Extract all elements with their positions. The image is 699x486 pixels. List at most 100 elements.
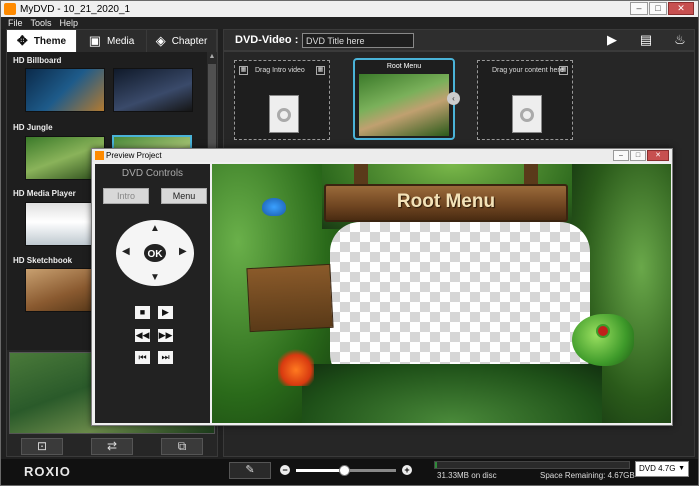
scroll-up-icon[interactable]: ▲ — [208, 53, 216, 61]
roxio-logo: ROXIO — [24, 464, 71, 479]
chevron-down-icon: ▼ — [678, 465, 685, 472]
zoom-slider[interactable] — [296, 465, 396, 476]
theme-group-label: HD Sketchbook — [13, 256, 73, 265]
root-menu-sign: Root Menu — [324, 184, 568, 222]
play-icon[interactable]: ▶ — [604, 32, 620, 48]
project-actions: ▶ ▤ ♨ — [604, 32, 688, 48]
maximize-button[interactable]: □ — [649, 2, 667, 15]
add-copy-icon: ⧉ — [177, 438, 187, 453]
zoom-in-icon[interactable]: + — [402, 465, 412, 475]
tab-chapter-label: Chapter — [171, 35, 208, 47]
fast-forward-icon[interactable]: ▶▶ — [158, 329, 173, 342]
menu-grid-icon: ▦ — [559, 66, 568, 75]
arrow-up-icon[interactable]: ▲ — [150, 223, 160, 234]
video-file-icon — [512, 95, 542, 133]
disk-type-value: DVD 4.7G — [639, 464, 676, 473]
zoom-out-icon[interactable]: − — [280, 465, 290, 475]
theme-group-label: HD Media Player — [13, 189, 76, 198]
ok-button[interactable]: OK — [142, 242, 168, 264]
disk-usage-bar — [434, 461, 630, 469]
preview-maximize-button[interactable]: □ — [630, 150, 646, 161]
disk-used-text: 31.33MB on disc — [437, 471, 497, 480]
add-copy-button[interactable]: ⧉ — [161, 437, 203, 455]
dvd-controls-title: DVD Controls — [121, 168, 184, 179]
dvd-controls-panel: DVD Controls Intro Menu ▲ ▼ ◀ ▶ OK ■ ▶ ◀… — [95, 164, 210, 423]
add-media-button[interactable]: ⊡ — [21, 437, 63, 455]
stop-icon[interactable]: ■ — [135, 306, 150, 319]
minimize-button[interactable]: – — [630, 2, 648, 15]
edit-icon: ✎ — [245, 464, 255, 476]
menu-help[interactable]: Help — [60, 17, 79, 29]
save-icon[interactable]: ▤ — [638, 32, 654, 48]
replace-button[interactable]: ⇄ — [91, 437, 133, 455]
content-slot[interactable]: Drag your content here ▦ — [477, 60, 573, 140]
tab-chapter[interactable]: ◈ Chapter — [147, 30, 217, 52]
app-window: MyDVD - 10_21_2020_1 – □ ✕ File Tools He… — [0, 0, 699, 486]
scene-title: Root Menu — [396, 191, 496, 212]
left-tabs: ✥ Theme ▣ Media ◈ Chapter — [7, 30, 217, 52]
dvd-video-label: DVD-Video : — [235, 34, 299, 46]
root-menu-thumbnail — [359, 74, 449, 136]
arrow-left-icon[interactable]: ◀ — [122, 246, 130, 257]
status-bar: ROXIO ✎ − + 31.33MB on disc Space Remain… — [1, 459, 698, 485]
preview-close-button[interactable]: ✕ — [647, 150, 669, 161]
disk-usage-fill — [435, 462, 437, 468]
tab-theme[interactable]: ✥ Theme — [7, 30, 77, 52]
preview-minimize-button[interactable]: – — [613, 150, 629, 161]
tab-theme-label: Theme — [33, 35, 67, 47]
tab-media-label: Media — [107, 35, 135, 47]
frog-icon — [572, 314, 634, 366]
theme-group-label: HD Billboard — [13, 56, 62, 65]
preview-dialog: Preview Project – □ ✕ DVD Controls Intro… — [91, 148, 673, 426]
close-button[interactable]: ✕ — [668, 2, 694, 15]
theme-thumbnail[interactable] — [25, 268, 93, 312]
theme-thumbnail[interactable] — [25, 202, 93, 246]
flower-icon — [278, 346, 314, 386]
menu-button[interactable]: Menu — [161, 188, 207, 204]
theme-thumbnail[interactable] — [113, 68, 193, 112]
burn-icon[interactable]: ♨ — [672, 32, 688, 48]
window-controls: – □ ✕ — [630, 2, 694, 15]
menu-file[interactable]: File — [8, 17, 23, 29]
window-title: MyDVD - 10_21_2020_1 — [20, 3, 131, 15]
menu-preview-scene: Root Menu — [212, 164, 671, 423]
film-icon: ▣ — [88, 33, 102, 48]
dvd-title-input[interactable] — [302, 33, 414, 48]
root-menu-slot[interactable]: Root Menu — [353, 58, 455, 140]
transparent-drop-zone — [330, 222, 590, 384]
wooden-plank — [246, 263, 334, 333]
disk-type-select[interactable]: DVD 4.7G ▼ — [635, 461, 689, 477]
direction-pad: ▲ ▼ ◀ ▶ OK — [116, 220, 194, 286]
layers-icon: ◈ — [155, 33, 166, 48]
video-file-icon — [269, 95, 299, 133]
theme-thumbnail[interactable] — [25, 68, 105, 112]
app-logo-icon — [4, 3, 16, 15]
menu-tools[interactable]: Tools — [31, 17, 52, 29]
root-menu-label: Root Menu — [386, 63, 422, 70]
edit-button[interactable]: ✎ — [229, 462, 271, 479]
previous-chapter-icon[interactable]: ⏮ — [135, 351, 150, 364]
content-slot-label: Drag your content here — [492, 67, 564, 74]
tab-media[interactable]: ▣ Media — [77, 30, 147, 52]
app-logo-icon — [95, 151, 104, 160]
intro-slot-label: Drag Intro video — [255, 67, 305, 74]
arrow-right-icon[interactable]: ▶ — [179, 246, 187, 257]
space-remaining-text: Space Remaining: 4.67GB — [540, 471, 635, 480]
zoom-slider-handle[interactable] — [339, 465, 350, 476]
next-chapter-icon[interactable]: ⏭ — [158, 351, 173, 364]
intro-video-slot[interactable]: ▦ Drag Intro video ▦ — [234, 60, 330, 140]
add-icon: ⊡ — [36, 438, 48, 453]
theme-icon: ✥ — [16, 33, 28, 48]
left-panel-actions: ⊡ ⇄ ⧉ — [7, 436, 217, 456]
rewind-icon[interactable]: ◀◀ — [135, 329, 150, 342]
preview-title: Preview Project — [106, 151, 162, 160]
play-icon[interactable]: ▶ — [158, 306, 173, 319]
title-bar: MyDVD - 10_21_2020_1 – □ ✕ — [1, 1, 698, 17]
intro-button[interactable]: Intro — [103, 188, 149, 204]
preview-window-controls: – □ ✕ — [613, 150, 669, 161]
film-icon: ▦ — [239, 66, 248, 75]
zoom-slider-fill — [296, 469, 344, 472]
preview-title-bar: Preview Project – □ ✕ — [92, 149, 672, 162]
arrow-down-icon[interactable]: ▼ — [150, 272, 160, 283]
collapse-arrow-icon[interactable]: ‹ — [447, 92, 460, 105]
